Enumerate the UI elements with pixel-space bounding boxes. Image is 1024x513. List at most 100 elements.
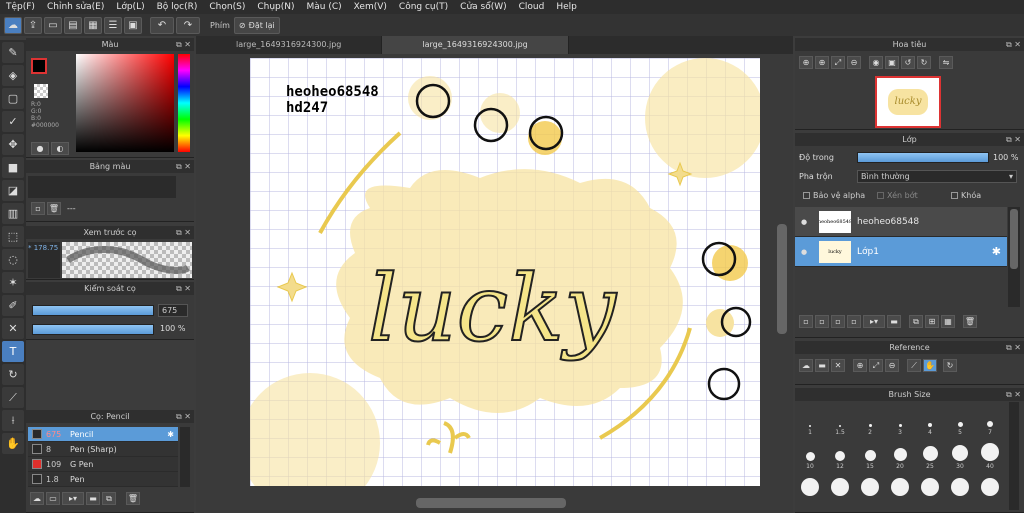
panel-controls-icon[interactable]: ⧉ ✕ xyxy=(176,38,191,51)
brush-size-preset[interactable]: 1.5 xyxy=(825,402,855,436)
duplicate-icon[interactable]: ⧉ xyxy=(102,492,116,505)
page-icon[interactable]: ▤ xyxy=(64,16,82,34)
brush-size-preset[interactable]: 25 xyxy=(915,436,945,470)
menu-item[interactable]: Chọn(S) xyxy=(203,2,251,12)
brush-list-item[interactable]: 8 Pen (Sharp) xyxy=(28,442,178,457)
brush-size-preset[interactable] xyxy=(945,470,975,496)
delete-layer-icon[interactable]: 🗑 xyxy=(963,315,977,328)
panel-controls-icon[interactable]: ⧉ ✕ xyxy=(1006,38,1021,51)
new-layer-icon[interactable]: ▫ xyxy=(799,315,813,328)
redo-icon[interactable]: ↷ xyxy=(176,16,200,34)
visibility-icon[interactable]: ● xyxy=(795,218,813,226)
add-layer-icon[interactable]: ▸▾ xyxy=(863,315,885,328)
brush-size-preset[interactable]: 5 xyxy=(945,402,975,436)
reference-zoom-out-icon[interactable]: ⊖ xyxy=(885,359,899,372)
menu-item[interactable]: Bộ lọc(R) xyxy=(151,2,204,12)
undo-icon[interactable]: ↶ xyxy=(150,16,174,34)
panel-controls-icon[interactable]: ⧉ ✕ xyxy=(1006,133,1021,146)
brush-size-preset[interactable] xyxy=(795,470,825,496)
export-icon[interactable]: ⇪ xyxy=(24,16,42,34)
fit-icon[interactable]: ⤢ xyxy=(831,56,845,69)
transparent-swatch[interactable] xyxy=(34,84,48,98)
reference-rotate-icon[interactable]: ↻ xyxy=(943,359,957,372)
menu-item[interactable]: Lớp(L) xyxy=(110,2,150,12)
brush-size-preset[interactable]: 15 xyxy=(855,436,885,470)
add-brush-icon[interactable]: ▸▾ xyxy=(62,492,84,505)
brush-size-field[interactable]: 675 xyxy=(158,304,188,317)
reference-close-icon[interactable]: ✕ xyxy=(831,359,845,372)
menu-item[interactable]: Xem(V) xyxy=(348,2,393,12)
divide-tool-icon[interactable]: ⟊ xyxy=(2,410,24,431)
bucket-tool-icon[interactable]: ◪ xyxy=(2,180,24,201)
brush-size-preset[interactable] xyxy=(855,470,885,496)
lock-checkbox[interactable]: Khóa xyxy=(951,191,981,200)
panel-controls-icon[interactable]: ⧉ ✕ xyxy=(176,226,191,239)
delete-brush-icon[interactable]: 🗑 xyxy=(126,492,140,505)
brush-list-item[interactable]: 1.8 Pen xyxy=(28,472,178,487)
hand-tool-icon[interactable]: ✋ xyxy=(2,433,24,454)
brush-list-item[interactable]: 675 Pencil ✱ xyxy=(28,427,178,442)
saturation-value-picker[interactable] xyxy=(76,54,174,152)
menu-item[interactable]: Cloud xyxy=(513,2,551,12)
canvas[interactable]: lucky heoheo68548 hd247 lucky xyxy=(250,58,760,486)
navigator-thumbnail[interactable]: lucky xyxy=(875,76,941,128)
fullscreen-icon[interactable]: ▣ xyxy=(885,56,899,69)
comment-icon[interactable]: ▭ xyxy=(44,16,62,34)
panel-controls-icon[interactable]: ⧉ ✕ xyxy=(176,410,191,423)
magic-wand-tool-icon[interactable]: ✶ xyxy=(2,272,24,293)
zoom-out-icon[interactable]: ⊖ xyxy=(847,56,861,69)
layers-icon[interactable]: ▦ xyxy=(84,16,102,34)
layer-settings-icon[interactable]: ▦ xyxy=(941,315,955,328)
brush-opacity-slider[interactable] xyxy=(32,324,154,335)
brush-size-preset[interactable]: 30 xyxy=(945,436,975,470)
rotate-left-icon[interactable]: ↺ xyxy=(901,56,915,69)
layers-scrollbar[interactable] xyxy=(1008,207,1020,307)
hue-slider[interactable] xyxy=(178,54,190,152)
select-pen-tool-icon[interactable]: ✐ xyxy=(2,295,24,316)
panel-controls-icon[interactable]: ⧉ ✕ xyxy=(1006,341,1021,354)
brush-size-preset[interactable]: 20 xyxy=(885,436,915,470)
reset-button[interactable]: ⊘ Đặt lại xyxy=(233,16,280,34)
reference-cloud-icon[interactable]: ☁ xyxy=(799,359,813,372)
visibility-icon[interactable]: ● xyxy=(795,248,813,256)
brush-size-preset[interactable]: 12 xyxy=(825,436,855,470)
tab-document-2[interactable]: large_1649316924300.jpg xyxy=(382,36,569,54)
panel-controls-icon[interactable]: ⧉ ✕ xyxy=(1006,388,1021,401)
brush-size-preset[interactable] xyxy=(825,470,855,496)
reference-open-icon[interactable]: ▬ xyxy=(815,359,829,372)
brush-size-preset[interactable]: 3 xyxy=(885,402,915,436)
cloud-brush-icon[interactable]: ☁ xyxy=(30,492,44,505)
cloud-icon[interactable]: ☁ xyxy=(4,16,22,34)
brush-size-slider[interactable] xyxy=(32,305,154,316)
dropper-tool-icon[interactable]: ⟋ xyxy=(2,387,24,408)
select-tool-icon[interactable]: ⬚ xyxy=(2,226,24,247)
list-icon[interactable]: ☰ xyxy=(104,16,122,34)
text-tool-icon[interactable]: T xyxy=(2,341,24,362)
menu-item[interactable]: Chụp(N) xyxy=(251,2,300,12)
merge-layer-icon[interactable]: ⊞ xyxy=(925,315,939,328)
brush-size-scrollbar[interactable] xyxy=(1009,402,1019,510)
reference-dropper-icon[interactable]: ⟋ xyxy=(907,359,921,372)
palette-area[interactable] xyxy=(28,176,176,198)
doc-icon[interactable]: ▣ xyxy=(124,16,142,34)
brush-size-preset[interactable]: 1 xyxy=(795,402,825,436)
menu-item[interactable]: Màu (C) xyxy=(301,2,348,12)
zoom-in-icon[interactable]: ⊕ xyxy=(799,56,813,69)
pen-tool-icon[interactable]: ✓ xyxy=(2,111,24,132)
primary-color-swatch[interactable] xyxy=(31,58,47,74)
protect-alpha-checkbox[interactable]: Bảo vệ alpha xyxy=(803,191,865,200)
zoom-in-icon-2[interactable]: ⊕ xyxy=(815,56,829,69)
gear-icon[interactable]: ✱ xyxy=(167,430,174,439)
folder-icon[interactable]: ▬ xyxy=(86,492,100,505)
flip-icon[interactable]: ⇋ xyxy=(939,56,953,69)
blend-mode-select[interactable]: Bình thường ▾ xyxy=(857,170,1017,183)
new-palette-icon[interactable]: ▫ xyxy=(31,202,45,215)
brush-size-preset[interactable]: 40 xyxy=(975,436,1005,470)
import-brush-icon[interactable]: ▭ xyxy=(46,492,60,505)
gear-icon[interactable]: ✱ xyxy=(992,245,1001,258)
reference-fit-icon[interactable]: ⤢ xyxy=(869,359,883,372)
delete-palette-icon[interactable]: 🗑 xyxy=(47,202,61,215)
rect-select-tool-icon[interactable]: ▢ xyxy=(2,88,24,109)
clipping-checkbox[interactable]: Xén bớt xyxy=(877,191,918,200)
layer-row[interactable]: ● lucky Lớp1 ✱ xyxy=(795,237,1007,267)
